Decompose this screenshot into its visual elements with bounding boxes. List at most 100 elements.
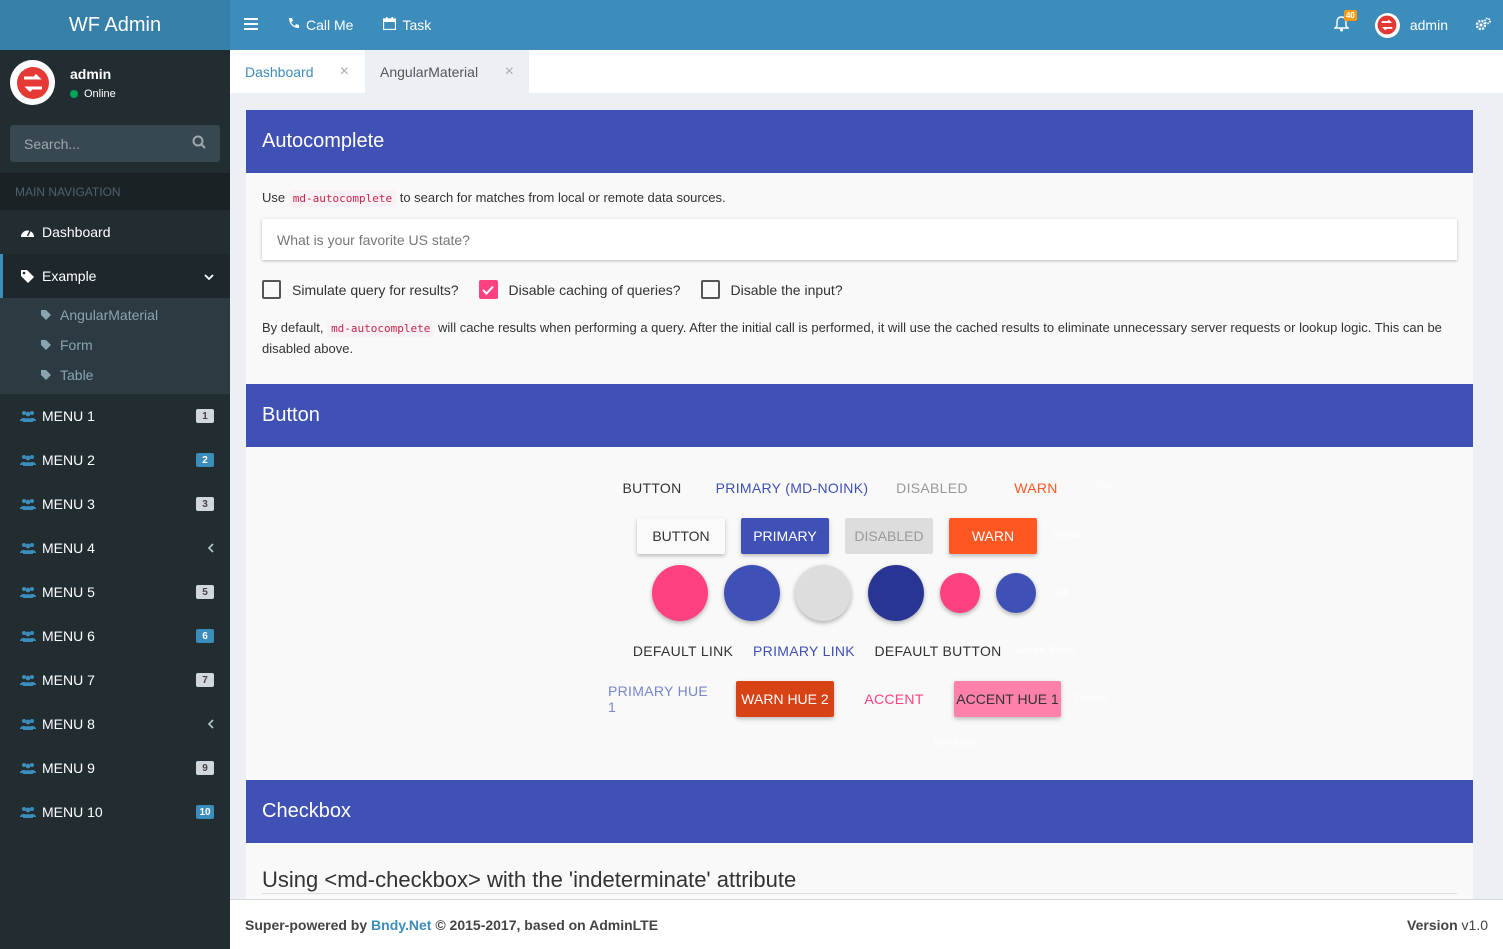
footer: Super-powered by Bndy.Net © 2015-2017, b… [230, 899, 1503, 949]
footer-link[interactable]: Bndy.Net [371, 917, 431, 933]
simulate-query-checkbox[interactable]: Simulate query for results? [262, 280, 459, 299]
main-content: Autocomplete Use md-autocomplete to sear… [230, 93, 1503, 899]
sidebar-item-menu-4[interactable]: MENU 4 [0, 526, 230, 570]
default-link[interactable]: DEFAULT LINK [632, 633, 734, 669]
sidebar-item-label: MENU 4 [42, 540, 95, 556]
sidebar-item-menu-8[interactable]: MENU 8 [0, 702, 230, 746]
checkbox-panel: Using <md-checkbox> with the 'indetermin… [246, 843, 1473, 899]
sidebar-subitem-form[interactable]: Form [0, 330, 230, 360]
sidebar-subitem-table[interactable]: Table [0, 360, 230, 390]
sidebar-item-label: MENU 1 [42, 408, 95, 424]
tab-dashboard[interactable]: Dashboard × [230, 50, 364, 93]
sidebar-item-label: MENU 8 [42, 716, 95, 732]
sidebar-item-menu-3[interactable]: MENU 3 3 [0, 482, 230, 526]
primary-hue1-button[interactable]: PRIMARY HUE 1 [608, 681, 716, 717]
users-icon [20, 586, 36, 598]
autocomplete-field [262, 219, 1457, 260]
flat-primary-button[interactable]: PRIMARY (MD-NOINK) [712, 470, 872, 506]
disable-input-checkbox[interactable]: Disable the input? [700, 280, 843, 299]
fab-dark-primary-button[interactable] [868, 565, 924, 621]
close-icon[interactable]: × [340, 63, 349, 81]
call-me-button[interactable]: Call Me [272, 0, 368, 50]
icon-button-hint: Icon Button [934, 737, 980, 747]
sub-menu: AngularMaterial Form Table [0, 298, 230, 394]
brand-logo-icon [16, 66, 49, 99]
avatar [1374, 12, 1400, 38]
accent-hue1-button[interactable]: ACCENT HUE 1 [954, 681, 1061, 717]
user-menu-button[interactable]: admin [1367, 0, 1463, 50]
close-icon[interactable]: × [505, 63, 514, 81]
autocomplete-panel: Use md-autocomplete to search for matche… [246, 173, 1473, 384]
sidebar-item-label: Example [42, 268, 97, 284]
fab-mini-primary-button[interactable] [996, 573, 1036, 613]
page-tabs: Dashboard × AngularMaterial × [230, 50, 1503, 93]
fab-disabled-button[interactable] [795, 565, 851, 621]
menu-count-badge: 10 [196, 805, 214, 819]
sidebar-toggle-button[interactable] [230, 0, 272, 50]
checkbox-box [478, 280, 498, 299]
check-icon [482, 285, 494, 295]
users-icon [20, 454, 36, 466]
checkbox-heading: Using <md-checkbox> with the 'indetermin… [262, 867, 797, 892]
chevron-down-icon [204, 268, 214, 284]
sidebar-item-menu-9[interactable]: MENU 9 9 [0, 746, 230, 790]
sidebar-item-example[interactable]: Example [0, 254, 230, 298]
raised-hint: Raised [1052, 529, 1081, 539]
users-icon [20, 542, 36, 554]
avatar [10, 60, 55, 105]
tag-icon [40, 339, 52, 351]
user-panel: admin Online [0, 50, 230, 115]
button-section-title: Button [246, 384, 1473, 447]
sidebar-item-menu-10[interactable]: MENU 10 10 [0, 790, 230, 834]
sidebar-item-menu-7[interactable]: MENU 7 7 [0, 658, 230, 702]
chevron-left-icon [207, 540, 214, 556]
raised-primary-button[interactable]: PRIMARY [741, 518, 829, 554]
flat-warn-button[interactable]: WARN [996, 470, 1076, 506]
sidebar-item-menu-6[interactable]: MENU 6 6 [0, 614, 230, 658]
accent-button[interactable]: ACCENT [858, 681, 930, 717]
flat-disabled-button[interactable]: DISABLED [886, 470, 978, 506]
search-icon[interactable] [192, 135, 206, 152]
disable-caching-checkbox[interactable]: Disable caching of queries? [478, 280, 681, 299]
sidebar-subitem-angularmaterial[interactable]: AngularMaterial [0, 300, 230, 330]
autocomplete-options: Simulate query for results? Disable cach… [262, 280, 863, 299]
sidebar: WF Admin admin Online MAIN NAVIGATION Da… [0, 0, 230, 949]
raised-button[interactable]: BUTTON [637, 518, 725, 554]
app-logo[interactable]: WF Admin [0, 0, 230, 50]
autocomplete-title: Autocomplete [246, 110, 1473, 173]
sidebar-item-dashboard[interactable]: Dashboard [0, 210, 230, 254]
raised-warn-button[interactable]: WARN [949, 518, 1037, 554]
checkbox-box [262, 280, 281, 299]
users-icon [20, 674, 36, 686]
sidebar-item-label: MENU 10 [42, 804, 103, 820]
sidebar-item-label: MENU 2 [42, 452, 95, 468]
tab-angularmaterial[interactable]: AngularMaterial × [364, 50, 529, 93]
fab-mini-accent-button[interactable] [940, 573, 980, 613]
sidebar-item-menu-1[interactable]: MENU 1 1 [0, 394, 230, 438]
fab-accent-button[interactable] [652, 565, 708, 621]
button-panel: BUTTON PRIMARY (MD-NOINK) DISABLED WARN … [246, 447, 1473, 780]
autocomplete-description: Use md-autocomplete to search for matche… [262, 190, 726, 207]
user-status: Online [70, 88, 116, 100]
settings-button[interactable] [1463, 0, 1503, 50]
sidebar-item-menu-2[interactable]: MENU 2 2 [0, 438, 230, 482]
menu-count-badge: 5 [196, 585, 214, 599]
primary-link[interactable]: PRIMARY LINK [752, 633, 856, 669]
state-autocomplete-input[interactable] [277, 231, 1457, 248]
search-input[interactable] [24, 135, 184, 152]
user-name: admin [70, 65, 112, 82]
flat-button[interactable]: BUTTON [608, 470, 696, 506]
default-button[interactable]: DEFAULT BUTTON [874, 633, 1002, 669]
divider [262, 893, 1457, 894]
sidebar-item-label: MENU 6 [42, 628, 95, 644]
task-button[interactable]: Task [368, 0, 446, 50]
warn-hue2-button[interactable]: WARN HUE 2 [736, 681, 834, 717]
online-dot-icon [70, 89, 78, 98]
raised-disabled-button[interactable]: DISABLED [845, 518, 933, 554]
notifications-button[interactable]: 40 [1316, 0, 1367, 50]
fab-primary-button[interactable] [724, 565, 780, 621]
sidebar-item-menu-5[interactable]: MENU 5 5 [0, 570, 230, 614]
chevron-left-icon [207, 716, 214, 732]
users-icon [20, 806, 36, 818]
users-icon [20, 410, 36, 422]
